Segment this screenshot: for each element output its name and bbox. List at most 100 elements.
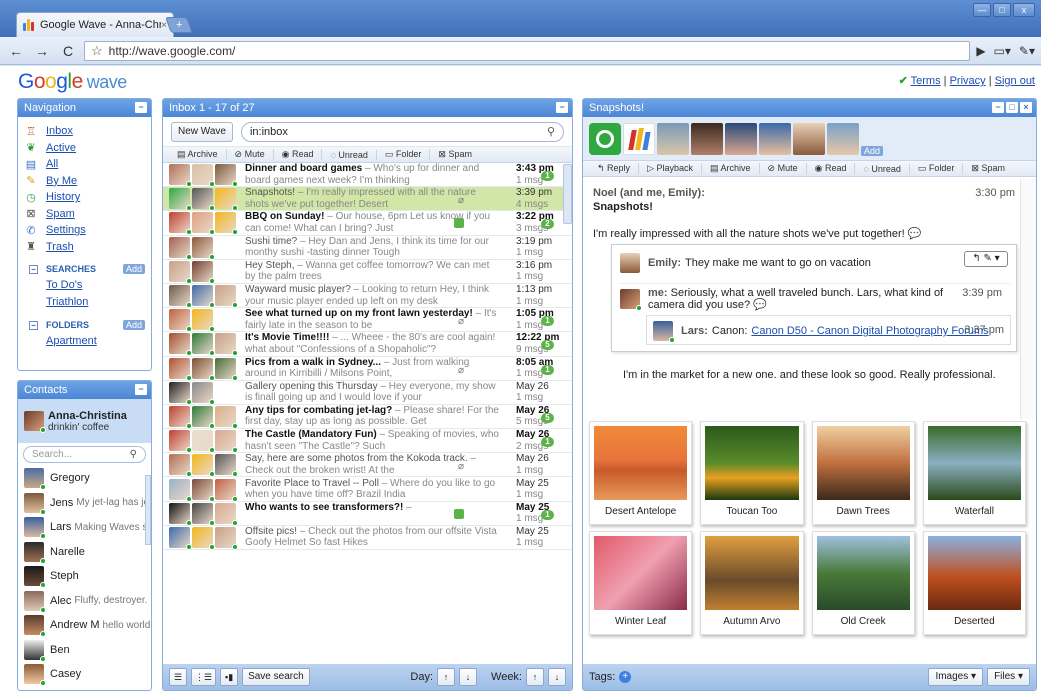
participant-avatar[interactable] bbox=[691, 122, 723, 155]
images-button[interactable]: Images ▾ bbox=[928, 668, 984, 686]
participant-avatar[interactable] bbox=[657, 122, 689, 155]
page-menu-icon[interactable]: ▭▾ bbox=[994, 44, 1011, 58]
contact-item[interactable]: JensMy jet-lag has jet-lag... bbox=[18, 491, 151, 516]
nav-label[interactable]: Active bbox=[46, 142, 76, 154]
contact-item[interactable]: LarsMaking Waves since 2007 bbox=[18, 515, 151, 540]
terms-link[interactable]: Terms bbox=[911, 75, 941, 87]
mute-button[interactable]: ⊘ Mute bbox=[760, 163, 807, 174]
nav-label[interactable]: Settings bbox=[46, 224, 86, 236]
contact-item[interactable]: Andrew Mhello world bbox=[18, 613, 151, 638]
nav-label[interactable]: All bbox=[46, 158, 58, 170]
participant-avatar[interactable] bbox=[725, 122, 757, 155]
day-up-icon[interactable]: ↑ bbox=[437, 668, 456, 686]
minimize-icon[interactable]: − bbox=[556, 102, 568, 113]
nav-item-spam[interactable]: ⊠ Spam bbox=[24, 206, 151, 223]
reply-bubble-icon[interactable]: 💬 bbox=[753, 299, 767, 311]
day-down-icon[interactable]: ↓ bbox=[459, 668, 478, 686]
contact-item[interactable]: Casey bbox=[18, 662, 151, 687]
minimize-icon[interactable]: − bbox=[135, 384, 147, 395]
folder-button[interactable]: ▭ Folder bbox=[377, 149, 431, 160]
new-tab-button[interactable]: + bbox=[165, 17, 193, 33]
unread-button[interactable]: ◌ Unread bbox=[855, 163, 910, 174]
participant-avatar[interactable] bbox=[793, 122, 825, 155]
address-bar[interactable]: ☆ http://wave.google.com/ bbox=[84, 40, 971, 61]
nav-label[interactable]: Trash bbox=[46, 241, 74, 253]
add-participant-button[interactable]: Add bbox=[861, 146, 884, 156]
nav-label[interactable]: By Me bbox=[46, 175, 77, 187]
window-minimize-button[interactable]: — bbox=[973, 3, 991, 17]
spam-button[interactable]: ⊠ Spam bbox=[963, 163, 1013, 174]
bookmark-star-icon[interactable]: ☆ bbox=[91, 43, 103, 59]
emily-blip[interactable]: Emily: They make me want to go on vacati… bbox=[620, 253, 871, 273]
contact-item[interactable]: Steph bbox=[18, 564, 151, 589]
lars-blip[interactable]: Lars: Canon: Canon D50 - Canon Digital P… bbox=[646, 315, 1011, 345]
wave-row[interactable]: Dinner and board games – Who's up for di… bbox=[163, 163, 572, 188]
search-todos-link[interactable]: To Do's bbox=[46, 279, 82, 291]
read-button[interactable]: ◉ Read bbox=[274, 149, 323, 160]
reply-bubble-icon[interactable]: 💬 bbox=[908, 228, 922, 240]
detail-view-icon[interactable]: ⋮☰ bbox=[191, 668, 217, 686]
blip-menu-button[interactable]: ↰ ✎ ▾ bbox=[964, 251, 1008, 267]
my-profile[interactable]: Anna-Christina drinkin' coffee bbox=[18, 399, 151, 443]
inbox-scrollbar[interactable] bbox=[563, 164, 572, 224]
canon-forum-link[interactable]: Canon D50 - Canon Digital Photography Fo… bbox=[751, 325, 988, 337]
play-icon[interactable]: ▶ bbox=[976, 44, 985, 58]
browser-tab[interactable]: Google Wave - Anna-Christ... × bbox=[16, 12, 174, 37]
wave-row[interactable]: Sushi time? – Hey Dan and Jens, I think … bbox=[163, 236, 572, 260]
playback-button[interactable]: ▷ Playback bbox=[639, 163, 703, 174]
participant-avatar[interactable] bbox=[827, 122, 859, 155]
wave-row[interactable]: The Castle (Mandatory Fun) – Speaking of… bbox=[163, 429, 572, 454]
nav-label[interactable]: Inbox bbox=[46, 125, 73, 137]
contact-item[interactable]: Gregory bbox=[18, 466, 151, 491]
contact-item[interactable]: Ben bbox=[18, 638, 151, 663]
mute-button[interactable]: ⊘ Mute bbox=[227, 149, 274, 160]
photo-thumbnail[interactable]: Autumn Arvo bbox=[700, 531, 804, 635]
collapse-icon[interactable]: − bbox=[29, 264, 38, 274]
search-triathlon-link[interactable]: Triathlon bbox=[46, 296, 88, 308]
nav-item-settings[interactable]: ✆ Settings bbox=[24, 222, 151, 239]
archive-button[interactable]: ▤ Archive bbox=[169, 149, 227, 160]
compact-view-icon[interactable]: ▪▮ bbox=[220, 668, 239, 686]
photo-thumbnail[interactable]: Desert Antelope bbox=[589, 421, 693, 525]
nav-item-history[interactable]: ◷ History bbox=[24, 189, 151, 206]
nav-item-all[interactable]: ▤ All bbox=[24, 156, 151, 173]
wave-row[interactable]: Pics from a walk in Sydney... – Just fro… bbox=[163, 357, 572, 381]
photo-thumbnail[interactable]: Dawn Trees bbox=[811, 421, 915, 525]
wave-row[interactable]: Hey Steph, – Wanna get coffee tomorrow? … bbox=[163, 260, 572, 284]
unread-button[interactable]: ◌ Unread bbox=[322, 149, 377, 160]
wave-row[interactable]: Any tips for combating jet-lag? – Please… bbox=[163, 405, 572, 430]
contacts-scrollbar[interactable] bbox=[145, 475, 151, 545]
new-wave-button[interactable]: New Wave bbox=[171, 121, 233, 142]
photo-thumbnail[interactable]: Toucan Too bbox=[700, 421, 804, 525]
read-button[interactable]: ◉ Read bbox=[807, 163, 856, 174]
sign-out-link[interactable]: Sign out bbox=[995, 75, 1035, 87]
wave-row[interactable]: Snapshots! – I'm really impressed with a… bbox=[163, 187, 572, 212]
wave-row[interactable]: See what turned up on my front lawn yest… bbox=[163, 308, 572, 333]
root-blip[interactable]: Noel (and me, Emily): 3:30 pm Snapshots!… bbox=[583, 179, 1019, 419]
reload-icon[interactable]: C bbox=[58, 41, 78, 61]
back-arrow-icon[interactable]: ← bbox=[6, 41, 26, 61]
inbox-search-input[interactable]: in:inbox ⚲ bbox=[240, 121, 564, 142]
participant-avatar[interactable] bbox=[759, 122, 791, 155]
nav-item-active[interactable]: ❦ Active bbox=[24, 140, 151, 157]
nav-item-inbox[interactable]: ♖ Inbox bbox=[24, 123, 151, 140]
minimize-icon[interactable]: − bbox=[992, 102, 1004, 113]
add-search-button[interactable]: Add bbox=[122, 264, 145, 274]
week-up-icon[interactable]: ↑ bbox=[526, 668, 544, 686]
wave-robot-icon[interactable] bbox=[589, 122, 621, 155]
photo-thumbnail[interactable]: Old Creek bbox=[811, 531, 915, 635]
list-view-icon[interactable]: ☰ bbox=[169, 668, 187, 686]
minimize-icon[interactable]: − bbox=[135, 102, 147, 113]
contact-item[interactable]: Narelle bbox=[18, 540, 151, 565]
wave-row[interactable]: Gallery opening this Thursday – Hey ever… bbox=[163, 381, 572, 405]
wave-row[interactable]: BBQ on Sunday! – Our house, 6pm Let us k… bbox=[163, 211, 572, 236]
add-tag-icon[interactable]: + bbox=[619, 671, 632, 683]
nav-label[interactable]: Spam bbox=[46, 208, 75, 220]
save-search-button[interactable]: Save search bbox=[242, 668, 310, 686]
nav-item-by-me[interactable]: ✎ By Me bbox=[24, 173, 151, 190]
photo-thumbnail[interactable]: Winter Leaf bbox=[589, 531, 693, 635]
nav-label[interactable]: History bbox=[46, 191, 80, 203]
wave-row[interactable]: Favorite Place to Travel -- Poll – Where… bbox=[163, 477, 572, 502]
wrench-menu-icon[interactable]: ✎▾ bbox=[1019, 44, 1035, 58]
close-icon[interactable]: × bbox=[1020, 102, 1032, 113]
